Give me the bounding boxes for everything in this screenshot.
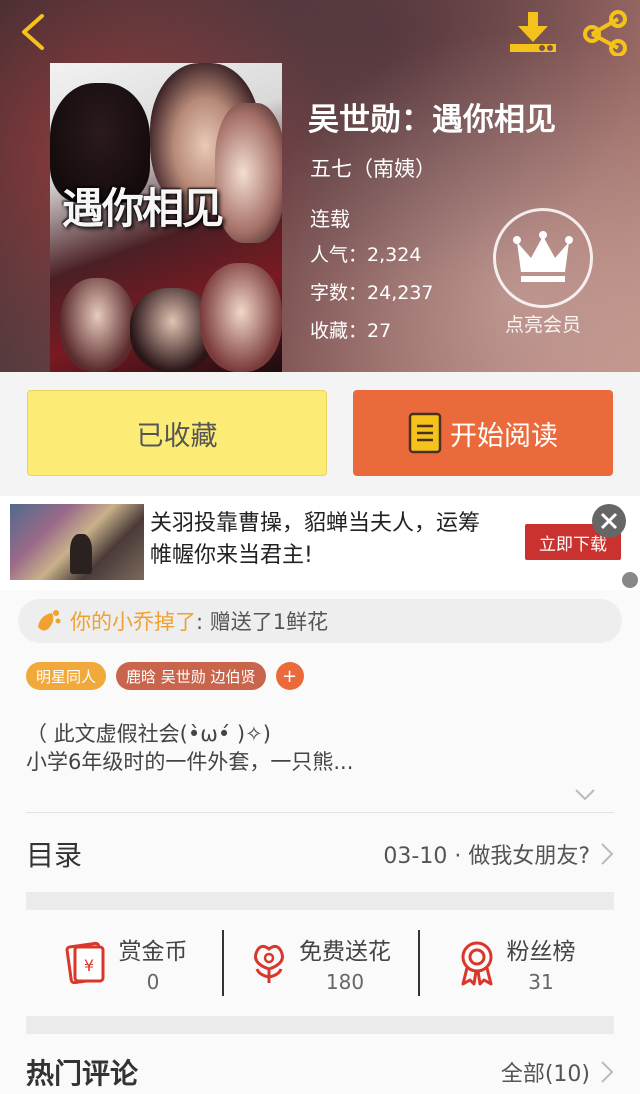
flower-icon bbox=[38, 610, 61, 631]
stat-label: 字数： bbox=[310, 282, 368, 304]
ad-text[interactable]: 关羽投靠曹操，貂蝉当夫人，运筹帷幄你来当君主! bbox=[150, 508, 490, 572]
book-cover[interactable]: 遇你相见 bbox=[50, 63, 282, 372]
chevron-right-icon bbox=[601, 843, 614, 865]
download-button[interactable] bbox=[508, 10, 558, 56]
collected-label: 已收藏 bbox=[136, 420, 218, 452]
cover-art-shape bbox=[200, 263, 282, 372]
ad-mark-icon bbox=[622, 572, 638, 588]
reward-coins-button[interactable]: ¥ 赏金币 0 bbox=[26, 920, 222, 1006]
description-line: 小学6年级时的一件外套，一只熊... bbox=[26, 750, 354, 774]
stat-value: 0 bbox=[146, 970, 160, 994]
comments-title: 热门评论 bbox=[26, 1057, 139, 1090]
stat-word-count: 字数：24,237 bbox=[310, 278, 434, 305]
section-separator bbox=[26, 1016, 614, 1034]
ad-image[interactable] bbox=[10, 504, 144, 580]
cover-title: 遇你相见 bbox=[62, 184, 224, 233]
tag-item[interactable]: 明星同人 bbox=[26, 662, 107, 690]
vip-badge bbox=[493, 208, 593, 308]
gift-sender-name[interactable]: 你的小乔掉了 bbox=[70, 606, 196, 636]
table-of-contents-row[interactable]: 目录 03-10 · 做我女朋友? bbox=[26, 822, 614, 886]
vip-label: 点亮会员 bbox=[504, 314, 581, 336]
hot-comments-header[interactable]: 热门评论 全部(10) bbox=[26, 1050, 614, 1094]
chevron-down-icon[interactable] bbox=[574, 788, 596, 802]
download-icon bbox=[510, 12, 556, 52]
latest-chapter: 03-10 · 做我女朋友? bbox=[383, 844, 590, 869]
collected-button[interactable]: 已收藏 bbox=[27, 390, 327, 476]
engagement-stats: ¥ 赏金币 0 免费送花 180 粉丝榜 31 bbox=[26, 920, 614, 1006]
stat-label: 赏金币 bbox=[118, 939, 188, 965]
stat-value: 27 bbox=[367, 320, 392, 342]
section-separator bbox=[26, 892, 614, 910]
cover-art-shape bbox=[215, 103, 282, 243]
cover-art-shape bbox=[60, 278, 135, 372]
book-title: 吴世勋：遇你相见 bbox=[308, 102, 556, 138]
svg-text:¥: ¥ bbox=[83, 956, 93, 975]
book-icon bbox=[408, 412, 442, 454]
share-icon bbox=[583, 10, 627, 57]
add-tag-button[interactable]: + bbox=[275, 662, 304, 690]
crown-icon bbox=[513, 231, 573, 282]
stat-favorites: 收藏：27 bbox=[310, 316, 391, 343]
ribbon-badge-icon bbox=[461, 941, 492, 986]
send-flower-button[interactable]: 免费送花 180 bbox=[222, 920, 418, 1006]
ad-close-button[interactable] bbox=[592, 504, 626, 538]
fan-ranking-button[interactable]: 粉丝榜 31 bbox=[418, 920, 614, 1006]
ad-figure bbox=[70, 534, 92, 574]
start-reading-label: 开始阅读 bbox=[450, 420, 558, 452]
share-button[interactable] bbox=[580, 10, 630, 57]
book-header: 遇你相见 吴世勋：遇你相见 五七（南姨） 连载 人气：2,324 字数：24,2… bbox=[0, 0, 640, 372]
stat-label: 收藏： bbox=[310, 320, 368, 342]
ad-banner[interactable]: 关羽投靠曹操，貂蝉当夫人，运筹帷幄你来当君主! 立即下载 bbox=[0, 496, 640, 590]
red-envelope-icon: ¥ bbox=[65, 941, 104, 985]
vip-button[interactable]: 点亮会员 bbox=[490, 208, 596, 337]
start-reading-button[interactable]: 开始阅读 bbox=[353, 390, 613, 476]
back-button[interactable] bbox=[12, 10, 56, 54]
chevron-left-icon bbox=[22, 14, 44, 50]
stat-value: 31 bbox=[528, 970, 554, 994]
stat-value: 24,237 bbox=[367, 282, 434, 304]
gift-message: : 赠送了1鲜花 bbox=[196, 610, 329, 634]
stat-value: 180 bbox=[325, 970, 365, 994]
stat-label: 人气： bbox=[310, 244, 368, 266]
stat-label: 免费送花 bbox=[299, 939, 391, 965]
book-author[interactable]: 五七（南姨） bbox=[310, 153, 436, 183]
flower-icon bbox=[254, 944, 284, 983]
stat-value: 2,324 bbox=[367, 244, 422, 266]
book-description[interactable]: （ 此文虚假社会(•̀ω•́ )✧) 小学6年级时的一件外套，一只熊... bbox=[26, 720, 616, 776]
description-line: （ 此文虚假社会(•̀ω•́ )✧) bbox=[26, 722, 271, 746]
book-status: 连载 bbox=[310, 207, 350, 231]
chevron-right-icon bbox=[601, 1061, 614, 1083]
gift-notification[interactable]: 你的小乔掉了 : 赠送了1鲜花 bbox=[18, 599, 622, 643]
tag-item[interactable]: 鹿晗 吴世勋 边伯贤 bbox=[116, 662, 266, 690]
all-comments-link[interactable]: 全部(10) bbox=[501, 1056, 590, 1088]
tag-list: 明星同人 鹿晗 吴世勋 边伯贤 + bbox=[26, 662, 304, 690]
toc-label: 目录 bbox=[26, 839, 83, 872]
close-icon bbox=[600, 512, 618, 530]
divider bbox=[26, 812, 614, 813]
book-details: 你的小乔掉了 : 赠送了1鲜花 明星同人 鹿晗 吴世勋 边伯贤 + （ 此文虚假… bbox=[0, 590, 640, 1094]
stat-popularity: 人气：2,324 bbox=[310, 240, 421, 267]
stat-label: 粉丝榜 bbox=[506, 939, 576, 965]
